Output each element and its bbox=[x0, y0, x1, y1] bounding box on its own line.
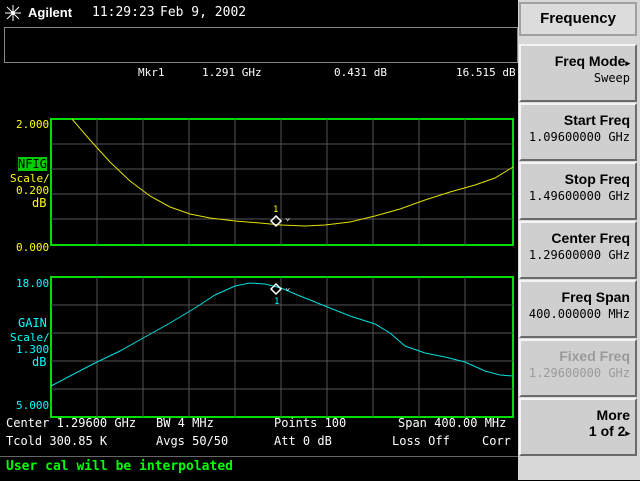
averages-readout: Avgs 50/50 bbox=[156, 434, 229, 448]
fixed-freq-softkey[interactable]: Fixed Freq 1.29600000 GHz bbox=[519, 339, 637, 397]
svg-text:⌄: ⌄ bbox=[285, 283, 290, 293]
trace-display[interactable]: 1 ⌄ 1 ⌄ bbox=[50, 118, 514, 418]
clock-time: 11:29:23 bbox=[92, 5, 155, 20]
submenu-arrow-icon: ▸ bbox=[625, 428, 630, 438]
start-freq-label: Start Freq bbox=[563, 112, 630, 128]
attenuation-readout: Att 0 dB bbox=[274, 434, 332, 448]
marker-gain-value: 16.515 dB bbox=[456, 66, 516, 79]
freq-span-softkey[interactable]: Freq Span 400.000000 MHz bbox=[519, 280, 637, 338]
loss-readout: Loss Off bbox=[392, 434, 450, 448]
freq-span-label: Freq Span bbox=[561, 289, 630, 305]
stop-freq-value: 1.49600000 GHz bbox=[528, 189, 630, 203]
status-message: User cal will be interpolated bbox=[6, 459, 233, 474]
nfig-top-label: 2.000 bbox=[16, 118, 50, 131]
clock-date: Feb 9, 2002 bbox=[160, 5, 247, 20]
span-readout: Span 400.00 MHz bbox=[398, 416, 507, 430]
center-freq-value: 1.29600000 GHz bbox=[528, 248, 630, 262]
gain-top-label: 18.00 bbox=[16, 277, 50, 290]
nfig-unit: dB bbox=[32, 196, 47, 210]
nfig-graticule bbox=[50, 118, 514, 246]
submenu-arrow-icon: ▸ bbox=[625, 58, 630, 68]
gain-trace-label[interactable]: GAIN bbox=[18, 316, 47, 330]
freq-mode-value: Sweep bbox=[593, 71, 630, 85]
gain-graticule bbox=[50, 276, 514, 418]
start-freq-value: 1.09600000 GHz bbox=[528, 130, 630, 144]
gain-unit: dB bbox=[32, 355, 47, 369]
more-softkey[interactable]: More 1 of 2▸ bbox=[519, 398, 637, 456]
gain-marker-number: 1 bbox=[274, 297, 279, 307]
fixed-freq-value: 1.29600000 GHz bbox=[528, 366, 630, 380]
freq-span-value: 400.000000 MHz bbox=[528, 307, 630, 321]
nfig-marker-number: 1 bbox=[273, 205, 278, 215]
tcold-readout: Tcold 300.85 K bbox=[6, 434, 108, 448]
nfig-bottom-label: 0.000 bbox=[16, 241, 50, 254]
center-freq-label: Center Freq bbox=[551, 230, 630, 246]
bandwidth-readout: BW 4 MHz bbox=[156, 416, 214, 430]
stop-freq-label: Stop Freq bbox=[564, 171, 630, 187]
more-page-value: 1 of 2 bbox=[588, 423, 626, 439]
stop-freq-softkey[interactable]: Stop Freq 1.49600000 GHz bbox=[519, 162, 637, 220]
center-freq-softkey[interactable]: Center Freq 1.29600000 GHz bbox=[519, 221, 637, 279]
more-label: More bbox=[596, 407, 630, 423]
center-freq-readout: Center 1.29600 GHz bbox=[6, 416, 137, 430]
nfig-trace-label[interactable]: NFIG bbox=[18, 157, 47, 171]
corr-indicator: Corr bbox=[482, 434, 511, 448]
marker-name: Mkr1 bbox=[138, 66, 165, 79]
gain-bottom-label: 5.000 bbox=[16, 399, 50, 412]
brand-name: Agilent bbox=[28, 5, 73, 20]
title-box bbox=[4, 27, 518, 63]
freq-mode-softkey[interactable]: Freq Mode▸ Sweep bbox=[519, 44, 637, 102]
start-freq-softkey[interactable]: Start Freq 1.09600000 GHz bbox=[519, 103, 637, 161]
top-bar bbox=[0, 0, 518, 26]
softkey-menu-title: Frequency bbox=[519, 2, 637, 36]
svg-text:⌄: ⌄ bbox=[285, 213, 290, 223]
points-readout: Points 100 bbox=[274, 416, 347, 430]
agilent-spark-icon bbox=[4, 4, 24, 22]
fixed-freq-label: Fixed Freq bbox=[559, 348, 630, 364]
marker-nfig-value: 0.431 dB bbox=[334, 66, 387, 79]
freq-mode-label: Freq Mode bbox=[554, 53, 626, 69]
marker-freq: 1.291 GHz bbox=[202, 66, 262, 79]
